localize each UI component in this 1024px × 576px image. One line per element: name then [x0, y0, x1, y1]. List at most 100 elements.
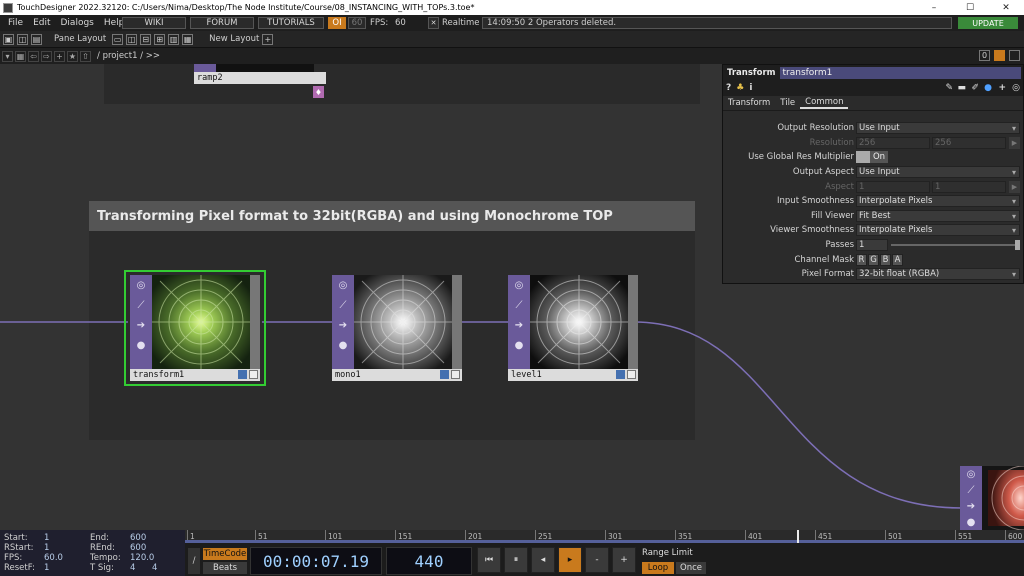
- timeline-toggle[interactable]: /: [188, 548, 200, 574]
- node-transform1[interactable]: ◎ ⟋ ➔ ● transform1: [130, 275, 260, 381]
- lock-icon[interactable]: ●: [332, 335, 354, 355]
- timeline-range-bar[interactable]: [185, 540, 1024, 543]
- aspect-y-field[interactable]: 1: [932, 181, 1006, 193]
- pane-icon[interactable]: ▣: [3, 33, 14, 45]
- node-level1[interactable]: ◎ ⟋ ➔ ● level1: [508, 275, 638, 381]
- split-icon[interactable]: ◫: [17, 33, 28, 45]
- mask-g-toggle[interactable]: G: [868, 254, 879, 266]
- node-label[interactable]: level1: [508, 369, 638, 381]
- input-arrow-icon[interactable]: ➔: [130, 315, 152, 335]
- add-icon[interactable]: +: [54, 50, 65, 62]
- tab-common[interactable]: Common: [800, 97, 849, 109]
- expand-flag[interactable]: [627, 370, 636, 379]
- wiki-button[interactable]: WIKI: [122, 17, 186, 29]
- resetf-value[interactable]: 1: [44, 563, 49, 573]
- end-value[interactable]: 600: [130, 533, 146, 543]
- input-arrow-icon[interactable]: ➔: [960, 498, 982, 514]
- help-icon[interactable]: ?: [726, 83, 731, 93]
- update-button[interactable]: UPDATE: [958, 17, 1018, 29]
- timecode-button[interactable]: TimeCode: [203, 548, 247, 560]
- playhead[interactable]: [797, 530, 799, 543]
- display-flag[interactable]: [238, 370, 247, 379]
- tsig-den[interactable]: 4: [152, 563, 157, 573]
- menu-file[interactable]: File: [3, 18, 28, 28]
- viewer-toggle-icon[interactable]: ◎: [508, 275, 530, 295]
- lock-icon[interactable]: ●: [130, 335, 152, 355]
- pen-icon[interactable]: ✐: [971, 83, 979, 93]
- fps-stat-value[interactable]: 60.0: [44, 553, 63, 563]
- orange-toggle[interactable]: [994, 50, 1005, 61]
- viewer-toggle-icon[interactable]: ◎: [130, 275, 152, 295]
- mask-a-toggle[interactable]: A: [892, 254, 903, 266]
- start-value[interactable]: 1: [44, 533, 49, 543]
- lock-icon[interactable]: ●: [508, 335, 530, 355]
- fill-viewer-dropdown[interactable]: Fit Best: [856, 210, 1020, 222]
- passes-slider-handle[interactable]: [1015, 240, 1020, 250]
- play-button[interactable]: ▸: [558, 547, 582, 573]
- display-flag[interactable]: [616, 370, 625, 379]
- resolution-height-field[interactable]: 256: [932, 137, 1006, 149]
- bookmark-icon[interactable]: ★: [67, 50, 78, 62]
- input-arrow-icon[interactable]: ➔: [508, 315, 530, 335]
- node-label[interactable]: mono1: [332, 369, 462, 381]
- expand-flag[interactable]: [249, 370, 258, 379]
- oi-button[interactable]: OI: [328, 17, 346, 29]
- bypass-icon[interactable]: ⟋: [960, 482, 982, 498]
- layout-3-icon[interactable]: ⊟: [140, 33, 152, 45]
- pixel-format-dropdown[interactable]: 32-bit float (RGBA): [856, 268, 1020, 280]
- pane-options-icon[interactable]: [1009, 50, 1020, 61]
- bypass-icon[interactable]: ⟋: [508, 295, 530, 315]
- rewind-button[interactable]: ⏮: [477, 547, 501, 573]
- minimize-button[interactable]: –: [916, 0, 952, 15]
- pause-button[interactable]: ⏸: [504, 547, 528, 573]
- step-minus-button[interactable]: -: [585, 547, 609, 573]
- realtime-checkbox[interactable]: ✕: [428, 17, 439, 29]
- resolution-width-field[interactable]: 256: [856, 137, 930, 149]
- output-aspect-dropdown[interactable]: Use Input: [856, 166, 1020, 178]
- viewer-toggle-icon[interactable]: ◎: [960, 466, 982, 482]
- split-icon-2[interactable]: ▤: [31, 33, 42, 45]
- back-icon[interactable]: ⇦: [28, 50, 39, 62]
- step-back-button[interactable]: ◂: [531, 547, 555, 573]
- menu-edit[interactable]: Edit: [28, 18, 55, 28]
- play-arrow-icon[interactable]: ▶: [1009, 137, 1020, 149]
- maximize-button[interactable]: ☐: [952, 0, 988, 15]
- forward-icon[interactable]: ⇨: [41, 50, 52, 62]
- timecode-display[interactable]: 00:00:07.19: [250, 547, 382, 575]
- tutorials-button[interactable]: TUTORIALS: [258, 17, 324, 29]
- passes-slider[interactable]: [891, 244, 1017, 246]
- tab-tile[interactable]: Tile: [775, 98, 800, 108]
- new-layout-label[interactable]: New Layout: [209, 34, 259, 44]
- python-help-icon[interactable]: ●: [984, 83, 992, 93]
- toggle-knob[interactable]: [856, 151, 870, 163]
- global-res-toggle[interactable]: On: [870, 151, 888, 163]
- bypass-icon[interactable]: ⟋: [332, 295, 354, 315]
- bypass-icon[interactable]: ⟋: [130, 295, 152, 315]
- node-mono1[interactable]: ◎ ⟋ ➔ ● mono1: [332, 275, 462, 381]
- info-icon[interactable]: i: [749, 83, 752, 93]
- viewer-toggle-icon[interactable]: ◎: [332, 275, 354, 295]
- comment-icon[interactable]: ▬: [957, 83, 966, 93]
- offscreen-node[interactable]: ◎ ⟋ ➔ ●: [960, 466, 1024, 530]
- tab-transform[interactable]: Transform: [723, 98, 775, 108]
- input-arrow-icon[interactable]: ➔: [332, 315, 354, 335]
- tsig-num[interactable]: 4: [130, 563, 135, 573]
- network-path[interactable]: / project1 / >>: [97, 51, 160, 61]
- menu-dialogs[interactable]: Dialogs: [56, 18, 99, 28]
- mask-b-toggle[interactable]: B: [880, 254, 891, 266]
- lock-icon[interactable]: ●: [960, 514, 982, 530]
- timeline-ruler[interactable]: 1 51 101 151 201 251 301 351 401 451 501…: [185, 530, 1024, 543]
- add-icon[interactable]: +: [998, 83, 1006, 93]
- python-icon[interactable]: ♣: [736, 83, 744, 93]
- loop-button[interactable]: Loop: [642, 562, 674, 574]
- once-button[interactable]: Once: [676, 562, 706, 574]
- viewer-smoothness-dropdown[interactable]: Interpolate Pixels: [856, 224, 1020, 236]
- passes-field[interactable]: 1: [856, 239, 888, 251]
- output-resolution-dropdown[interactable]: Use Input: [856, 122, 1020, 134]
- expand-flag[interactable]: [451, 370, 460, 379]
- layout-4-icon[interactable]: ⊞: [154, 33, 166, 45]
- node-label[interactable]: transform1: [130, 369, 260, 381]
- beats-button[interactable]: Beats: [203, 562, 247, 574]
- tempo-value[interactable]: 120.0: [130, 553, 154, 563]
- edit-icon[interactable]: ✎: [945, 83, 953, 93]
